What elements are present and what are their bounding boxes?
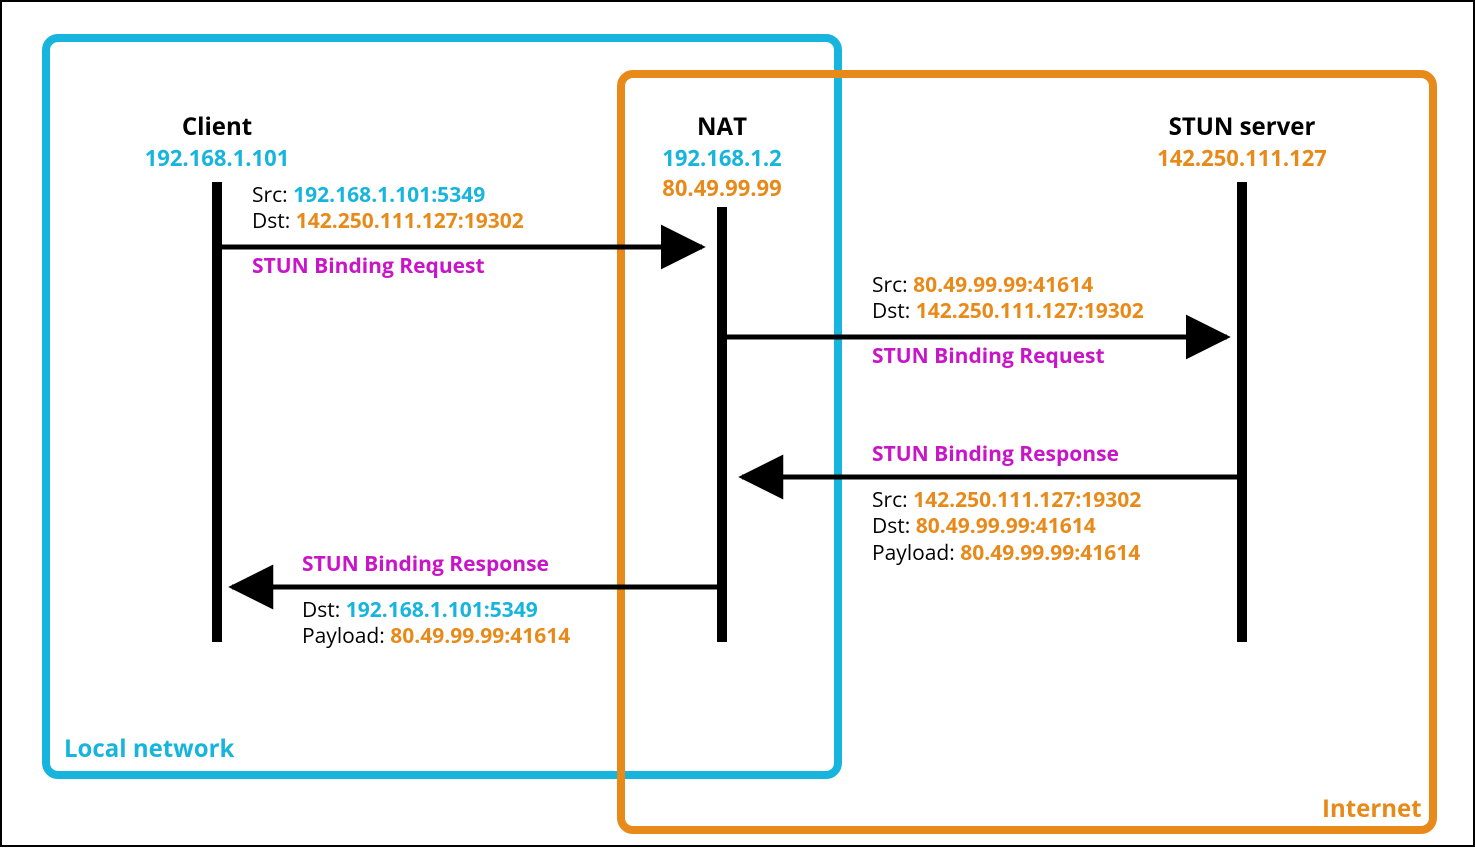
msg2-block: Src: 80.49.99.99:41614 Dst: 142.250.111.…	[872, 272, 1144, 325]
msg3-payload: Payload: 80.49.99.99:41614	[872, 540, 1141, 566]
msg2-name: STUN Binding Request	[872, 342, 1105, 370]
stun-public-ip: 142.250.111.127	[1112, 143, 1372, 173]
msg1-name: STUN Binding Request	[252, 252, 485, 280]
msg3-dst: Dst: 80.49.99.99:41614	[872, 513, 1141, 539]
msg2-src: Src: 80.49.99.99:41614	[872, 272, 1144, 298]
msg4-payload: Payload: 80.49.99.99:41614	[302, 623, 570, 649]
msg4-dst: Dst: 192.168.1.101:5349	[302, 597, 570, 623]
diagram-canvas: Local network Internet Client 192.168.1.…	[0, 0, 1475, 847]
client-title: Client	[117, 110, 317, 143]
msg3-src: Src: 142.250.111.127:19302	[872, 487, 1141, 513]
msg3-block: Src: 142.250.111.127:19302 Dst: 80.49.99…	[872, 487, 1141, 566]
local-network-label: Local network	[64, 732, 234, 765]
nat-title: NAT	[622, 110, 822, 143]
nat-public-ip: 80.49.99.99	[622, 173, 822, 203]
stun-title: STUN server	[1112, 110, 1372, 143]
stun-header: STUN server 142.250.111.127	[1112, 110, 1372, 173]
msg3-name: STUN Binding Response	[872, 440, 1119, 468]
msg2-dst: Dst: 142.250.111.127:19302	[872, 298, 1144, 324]
msg4-name: STUN Binding Response	[302, 550, 549, 578]
msg4-block: Dst: 192.168.1.101:5349 Payload: 80.49.9…	[302, 597, 570, 650]
msg1-src: Src: 192.168.1.101:5349	[252, 182, 524, 208]
stun-lifeline	[1237, 182, 1247, 642]
nat-lifeline	[717, 207, 727, 642]
nat-header: NAT 192.168.1.2 80.49.99.99	[622, 110, 822, 203]
client-local-ip: 192.168.1.101	[117, 143, 317, 173]
nat-local-ip: 192.168.1.2	[622, 143, 822, 173]
client-header: Client 192.168.1.101	[117, 110, 317, 173]
msg1-dst: Dst: 142.250.111.127:19302	[252, 208, 524, 234]
msg1-block: Src: 192.168.1.101:5349 Dst: 142.250.111…	[252, 182, 524, 235]
internet-label: Internet	[1322, 792, 1422, 825]
client-lifeline	[212, 182, 222, 642]
